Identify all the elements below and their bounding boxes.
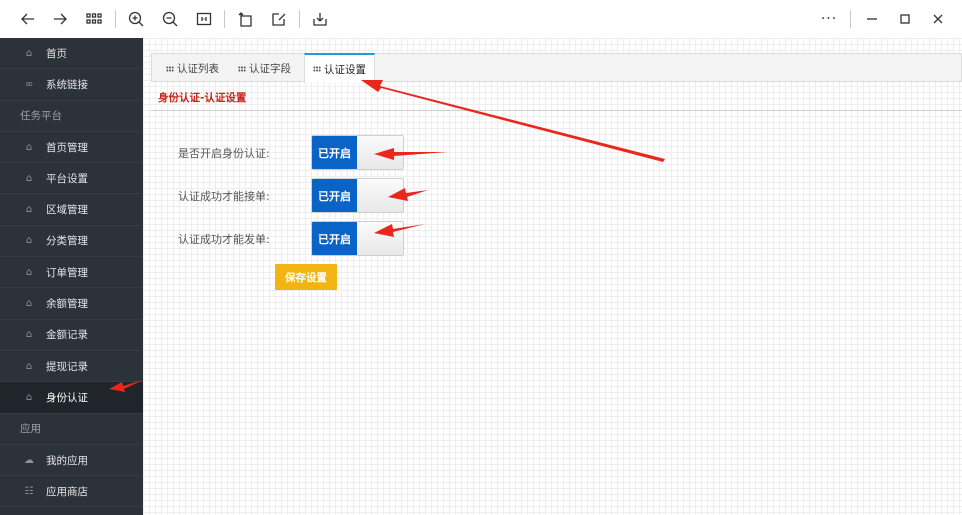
toggle-switch[interactable]: 已开启 bbox=[311, 221, 404, 256]
home-icon: ⌂ bbox=[25, 298, 33, 310]
back-arrow-icon[interactable] bbox=[18, 8, 38, 30]
sidebar-group-task-platform: 任务平台 bbox=[0, 101, 143, 132]
sidebar-item-label: 分类管理 bbox=[46, 235, 88, 248]
sidebar-item-label: 金额记录 bbox=[46, 329, 88, 342]
forward-arrow-icon[interactable] bbox=[50, 8, 70, 30]
sidebar-item-system-links[interactable]: ∞ 系统链接 bbox=[0, 69, 143, 101]
toolbar-divider bbox=[115, 10, 116, 28]
sidebar-item-balance-management[interactable]: ⌂ 余额管理 bbox=[0, 288, 143, 320]
tab-label: 认证字段 bbox=[249, 63, 291, 75]
divider bbox=[151, 110, 962, 111]
zoom-in-icon[interactable] bbox=[125, 8, 147, 30]
zoom-out-icon[interactable] bbox=[159, 8, 181, 30]
viewer-toolbar: ··· bbox=[0, 0, 962, 38]
home-icon: ⌂ bbox=[25, 204, 33, 216]
sidebar-item-identity-verification[interactable]: ⌂ 身份认证 bbox=[0, 382, 143, 414]
sidebar-item-label: 平台设置 bbox=[46, 172, 88, 185]
toggle-on-label: 已开启 bbox=[312, 136, 357, 169]
toggle-on-label: 已开启 bbox=[312, 222, 357, 255]
tab-label: 认证设置 bbox=[324, 63, 366, 76]
minimize-icon[interactable] bbox=[862, 8, 882, 30]
sidebar-item-home-management[interactable]: ⌂ 首页管理 bbox=[0, 132, 143, 164]
setting-row-verify-to-post: 认证成功才能发单: 已开启 bbox=[178, 221, 438, 256]
link-icon: ∞ bbox=[24, 78, 34, 90]
save-settings-button[interactable]: 保存设置 bbox=[275, 264, 337, 290]
grid-icon bbox=[313, 66, 321, 72]
toggle-switch[interactable]: 已开启 bbox=[311, 178, 404, 213]
sidebar-item-my-apps[interactable]: ☁ 我的应用 bbox=[0, 445, 143, 477]
home-icon: ⌂ bbox=[25, 360, 33, 372]
sidebar-item-label: 订单管理 bbox=[46, 266, 88, 279]
sidebar-item-label: 我的应用 bbox=[46, 454, 88, 467]
setting-label: 认证成功才能发单: bbox=[178, 232, 270, 246]
home-icon: ⌂ bbox=[25, 235, 33, 247]
sidebar-item-label: 应用商店 bbox=[46, 485, 88, 498]
cloud-icon: ☁ bbox=[24, 454, 34, 466]
store-icon: ☷ bbox=[24, 485, 34, 497]
toggle-knob bbox=[357, 136, 403, 169]
sidebar-item-withdrawal-records[interactable]: ⌂ 提现记录 bbox=[0, 351, 143, 383]
toggle-on-label: 已开启 bbox=[312, 179, 357, 212]
sidebar-item-label: 余额管理 bbox=[46, 298, 88, 311]
toolbar-divider bbox=[299, 10, 300, 28]
sidebar-item-category-management[interactable]: ⌂ 分类管理 bbox=[0, 226, 143, 258]
sidebar-item-platform-settings[interactable]: ⌂ 平台设置 bbox=[0, 163, 143, 195]
setting-label: 是否开启身份认证: bbox=[178, 146, 270, 160]
toolbar-divider bbox=[850, 10, 851, 28]
toolbar-divider bbox=[224, 10, 225, 28]
tab-label: 认证列表 bbox=[177, 63, 219, 75]
setting-row-enable-verification: 是否开启身份认证: 已开启 bbox=[178, 135, 438, 170]
sidebar-item-order-management[interactable]: ⌂ 订单管理 bbox=[0, 257, 143, 289]
main-content: 认证列表 认证字段 认证设置 身份认证-认证设置 是否开启身份认证: 已开启 认… bbox=[143, 38, 962, 515]
sidebar-item-home[interactable]: ⌂ 首页 bbox=[0, 38, 143, 70]
sidebar-group-apps: 应用 bbox=[0, 414, 143, 445]
sidebar-item-label: 首页管理 bbox=[46, 141, 88, 154]
tab-bar: 认证列表 认证字段 认证设置 bbox=[151, 53, 962, 83]
more-options-button[interactable]: ··· bbox=[818, 8, 840, 30]
edit-icon[interactable] bbox=[268, 8, 290, 30]
page-subtitle: 身份认证-认证设置 bbox=[158, 92, 247, 104]
sidebar-item-region-management[interactable]: ⌂ 区域管理 bbox=[0, 194, 143, 226]
grid-icon bbox=[238, 65, 246, 72]
tab-verification-list[interactable]: 认证列表 bbox=[166, 54, 219, 83]
toggle-knob bbox=[357, 179, 403, 212]
tab-verification-fields[interactable]: 认证字段 bbox=[238, 54, 291, 83]
tab-verification-settings[interactable]: 认证设置 bbox=[304, 53, 375, 83]
home-icon: ⌂ bbox=[25, 141, 33, 153]
rotate-icon[interactable] bbox=[234, 8, 256, 30]
close-icon[interactable] bbox=[928, 8, 948, 30]
home-icon: ⌂ bbox=[25, 391, 33, 403]
sidebar-item-label: 区域管理 bbox=[46, 204, 88, 217]
sidebar-item-label: 提现记录 bbox=[46, 360, 88, 373]
setting-label: 认证成功才能接单: bbox=[178, 189, 270, 203]
maximize-icon[interactable] bbox=[895, 8, 915, 30]
sidebar-item-label: 首页 bbox=[46, 47, 67, 60]
grid-icon bbox=[166, 65, 174, 72]
toggle-switch[interactable]: 已开启 bbox=[311, 135, 404, 170]
home-icon: ⌂ bbox=[25, 47, 33, 59]
download-icon[interactable] bbox=[309, 8, 331, 30]
sidebar: ⌂ 首页 ∞ 系统链接 任务平台 ⌂ 首页管理 ⌂ 平台设置 ⌂ 区域管理 ⌂ … bbox=[0, 38, 143, 515]
fit-page-icon[interactable] bbox=[193, 8, 215, 30]
home-icon: ⌂ bbox=[25, 329, 33, 341]
sidebar-item-amount-records[interactable]: ⌂ 金额记录 bbox=[0, 320, 143, 351]
setting-row-verify-to-accept: 认证成功才能接单: 已开启 bbox=[178, 178, 438, 213]
sidebar-item-app-store[interactable]: ☷ 应用商店 bbox=[0, 476, 143, 508]
grid-apps-icon[interactable] bbox=[83, 8, 105, 30]
sidebar-item-label: 系统链接 bbox=[46, 78, 88, 91]
sidebar-item-label: 身份认证 bbox=[46, 391, 88, 404]
home-icon: ⌂ bbox=[25, 266, 33, 278]
home-icon: ⌂ bbox=[25, 172, 33, 184]
toggle-knob bbox=[357, 222, 403, 255]
